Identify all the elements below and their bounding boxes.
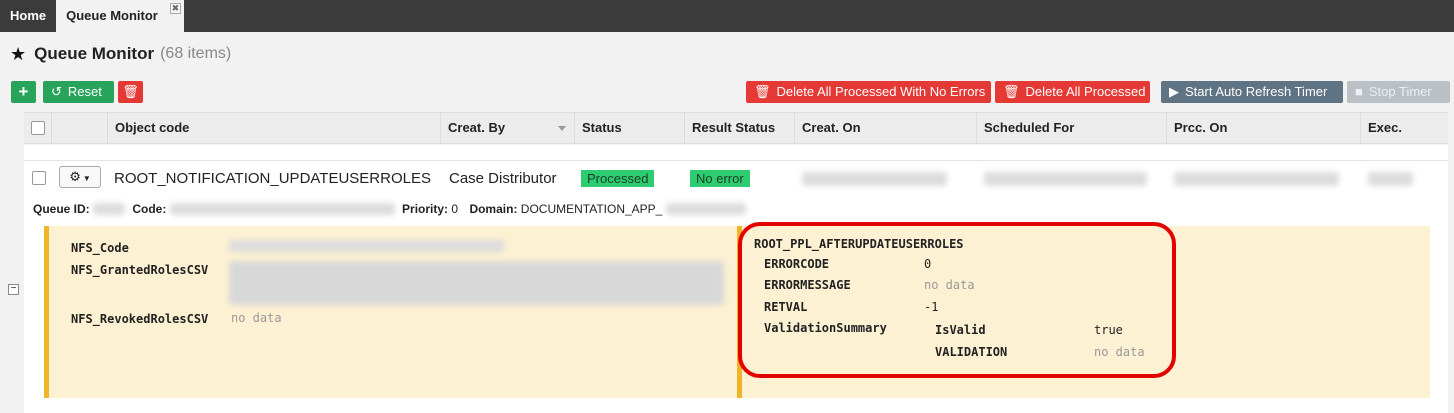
stop-timer-label: Stop Timer — [1368, 84, 1432, 99]
param-key: NFS_Code — [71, 241, 129, 255]
chevron-down-icon — [558, 126, 566, 131]
column-status[interactable]: Status — [574, 113, 684, 143]
redacted-param-value — [229, 240, 504, 252]
caret-down-icon: ▼ — [82, 174, 91, 183]
delete-all-processed-label: Delete All Processed — [1025, 84, 1146, 99]
actions-header — [51, 113, 107, 143]
redacted-param-value — [229, 261, 724, 305]
delete-all-processed-button[interactable]: 🗑 Delete All Processed — [995, 81, 1150, 103]
left-gutter — [0, 112, 24, 413]
close-icon[interactable]: ✖ — [169, 3, 181, 14]
table-header: Object code Creat. By Status Result Stat… — [24, 112, 1448, 144]
reset-button[interactable]: ↺ Reset — [43, 81, 114, 103]
created-by-cell: Case Distributor — [449, 170, 557, 187]
column-scheduled-for[interactable]: Scheduled For — [976, 113, 1166, 143]
plus-icon: + — [18, 82, 29, 101]
detail-accent-bar — [44, 226, 49, 398]
tab-home[interactable]: Home — [0, 0, 56, 32]
start-auto-refresh-button[interactable]: ▶ Start Auto Refresh Timer — [1161, 81, 1343, 103]
delete-all-processed-no-errors-button[interactable]: 🗑 Delete All Processed With No Errors — [746, 81, 991, 103]
trash-icon: 🗑 — [122, 84, 139, 99]
column-object-code[interactable]: Object code — [107, 113, 440, 143]
redacted-domain — [665, 203, 746, 215]
select-all-cell — [24, 113, 51, 143]
priority-value: 0 — [451, 202, 459, 216]
code-label: Code: — [132, 202, 167, 216]
param-value: no data — [231, 311, 282, 325]
delete-selected-button[interactable]: 🗑 — [118, 81, 143, 103]
row-checkbox[interactable] — [32, 171, 46, 185]
page-title: Queue Monitor — [34, 44, 155, 63]
trash-icon: 🗑 — [754, 84, 771, 99]
queue-id-label: Queue ID: — [33, 202, 90, 216]
column-exec[interactable]: Exec. — [1360, 113, 1448, 143]
item-count: (68 items) — [160, 45, 232, 62]
row-actions-button[interactable]: ⚙ ▼ — [59, 166, 101, 188]
select-all-checkbox[interactable] — [31, 121, 45, 135]
domain-value: DOCUMENTATION_APP_ — [520, 202, 663, 216]
undo-icon: ↺ — [51, 84, 62, 99]
result-status-badge: No error — [690, 170, 750, 187]
redacted-code — [169, 203, 395, 215]
row-divider — [24, 160, 1448, 161]
highlight-annotation — [738, 222, 1176, 378]
page-header: ★ Queue Monitor (68 items) — [10, 42, 231, 66]
domain-label: Domain: — [469, 202, 518, 216]
column-created-on[interactable]: Creat. On — [794, 113, 976, 143]
add-button[interactable]: + — [11, 81, 36, 103]
column-processed-on[interactable]: Prcc. On — [1166, 113, 1360, 143]
redacted-queue-id — [93, 203, 126, 215]
column-created-by-label: Creat. By — [448, 120, 506, 135]
reset-button-label: Reset — [67, 84, 102, 99]
priority-label: Priority: — [402, 202, 449, 216]
queue-table-body: ⚙ ▼ ROOT_NOTIFICATION_UPDATEUSERROLES Cas… — [24, 145, 1448, 413]
trash-icon: 🗑 — [1003, 84, 1020, 99]
status-badge: Processed — [581, 170, 655, 187]
param-key: NFS_GrantedRolesCSV — [71, 263, 209, 277]
object-code-cell: ROOT_NOTIFICATION_UPDATEUSERROLES — [114, 170, 431, 187]
column-result-status[interactable]: Result Status — [684, 113, 794, 143]
table-row[interactable]: ⚙ ▼ ROOT_NOTIFICATION_UPDATEUSERROLES Cas… — [24, 162, 1448, 196]
redacted-processed-on — [1174, 172, 1339, 186]
tab-queue-monitor-label: Queue Monitor — [66, 8, 158, 23]
delete-all-processed-no-errors-label: Delete All Processed With No Errors — [776, 84, 986, 99]
column-created-by[interactable]: Creat. By — [440, 113, 574, 143]
stop-timer-button[interactable]: ■ Stop Timer — [1347, 81, 1450, 103]
redacted-scheduled-for — [984, 172, 1147, 186]
redacted-exec — [1368, 172, 1413, 186]
tab-queue-monitor[interactable]: Queue Monitor ✖ — [56, 0, 184, 32]
gear-icon: ⚙ — [69, 169, 81, 184]
param-key: NFS_RevokedRolesCSV — [71, 312, 209, 326]
tab-bar: Home Queue Monitor ✖ — [0, 0, 1454, 32]
detail-panel: NFS_Code NFS_GrantedRolesCSV NFS_Revoked… — [44, 226, 1430, 398]
redacted-created-on — [802, 172, 947, 186]
row-meta: Queue ID: Code: Priority: 0 Domain: DOCU… — [33, 201, 746, 216]
play-icon: ▶ — [1169, 84, 1179, 99]
collapse-icon[interactable]: − — [8, 284, 19, 295]
start-auto-refresh-label: Start Auto Refresh Timer — [1185, 84, 1328, 99]
stop-icon: ■ — [1355, 84, 1363, 99]
star-icon[interactable]: ★ — [10, 44, 26, 65]
